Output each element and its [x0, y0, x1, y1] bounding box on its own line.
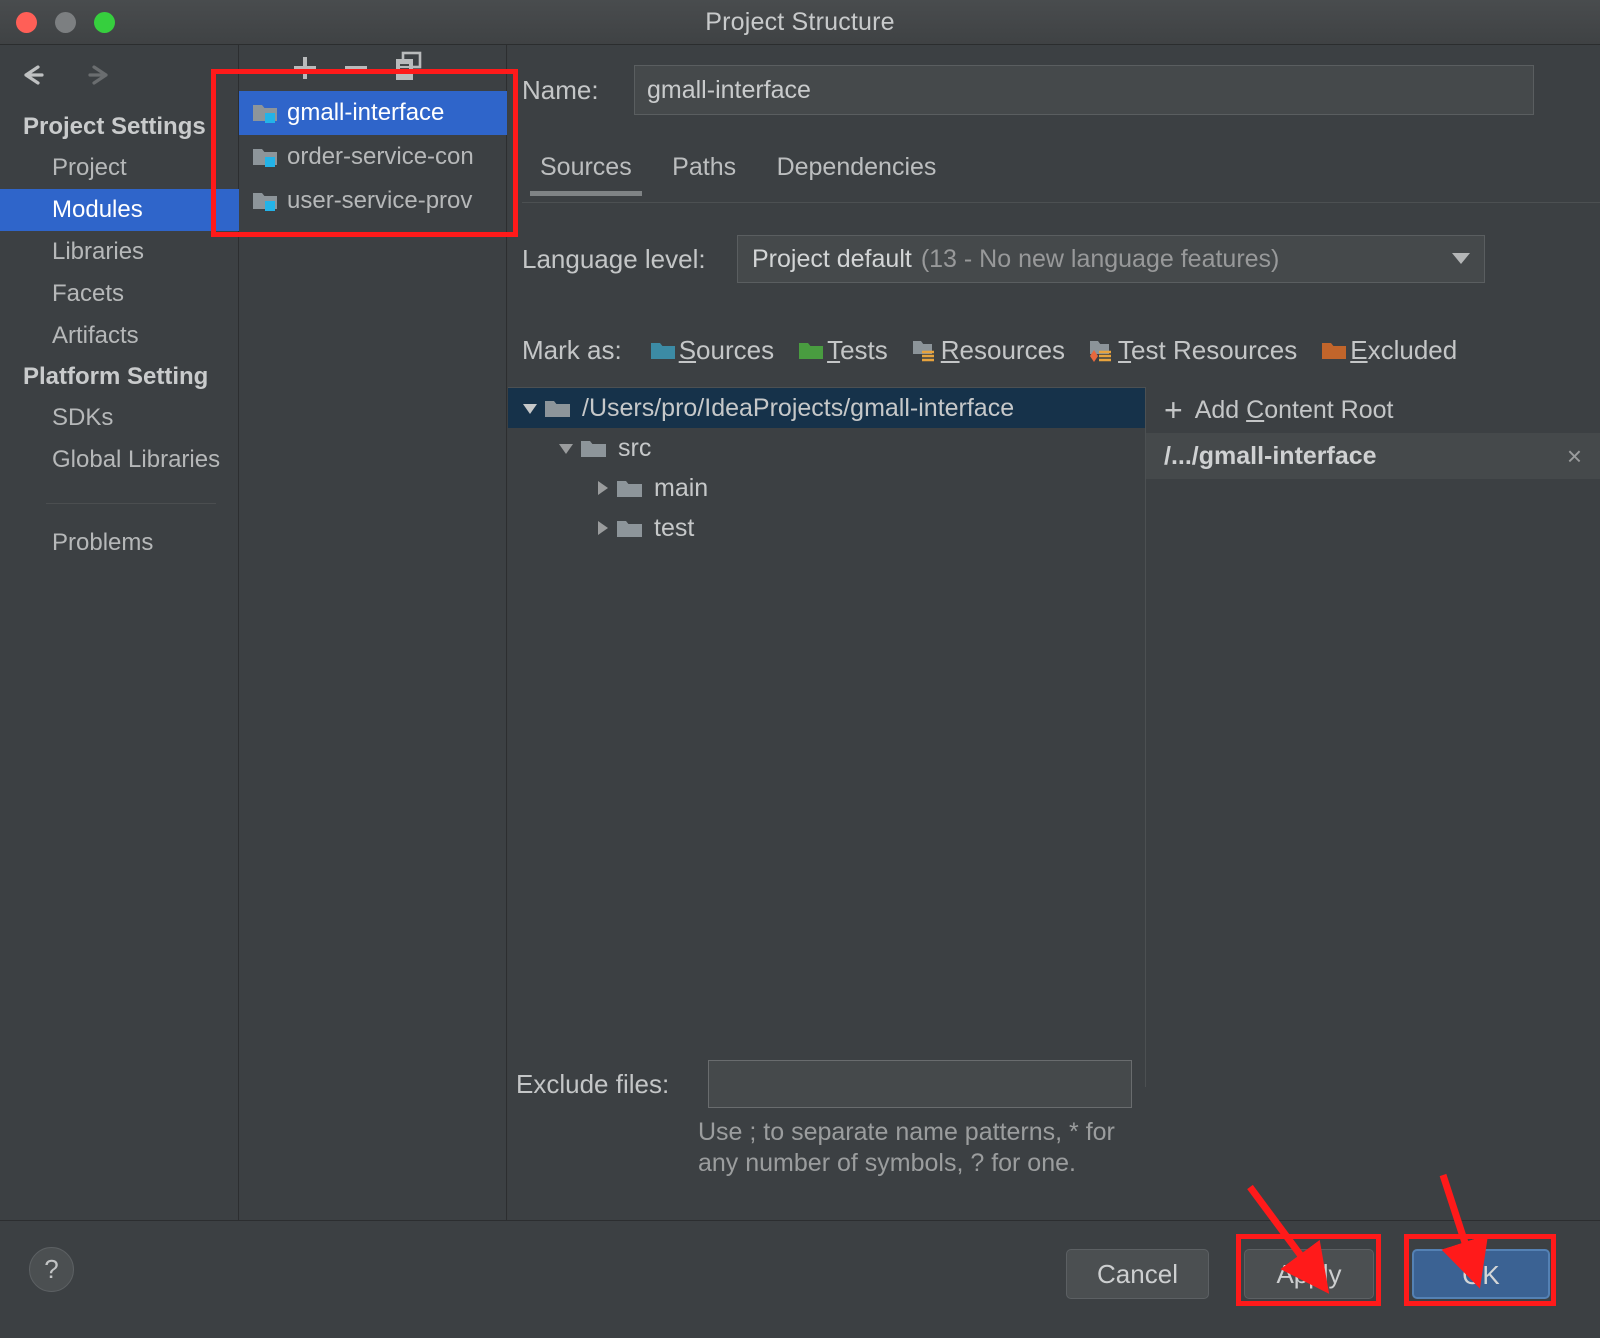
panel-divider — [1145, 387, 1146, 1087]
chevron-collapsed-icon[interactable] — [588, 474, 616, 502]
module-list-panel: gmall-interface order-service-con user-s… — [239, 45, 507, 1220]
tree-row[interactable]: main — [508, 468, 1145, 508]
tree-row-label: main — [654, 473, 709, 502]
project-structure-dialog: Project Structure Project Settings Proje… — [0, 0, 1600, 1338]
module-item-label: gmall-interface — [287, 99, 445, 126]
add-content-root-label: Add Content Root — [1194, 395, 1394, 424]
module-name-label: Name: — [522, 74, 599, 105]
exclude-files-row: Exclude files: — [516, 1060, 1132, 1108]
mark-as-sources-button[interactable]: Sources — [650, 335, 774, 366]
content-root-tree: /Users/pro/IdeaProjects/gmall-interface … — [508, 387, 1145, 1087]
mark-as-row: Mark as: Sources Tests Resources Test Re… — [522, 335, 1481, 366]
mark-as-tests-button[interactable]: Tests — [798, 335, 888, 366]
language-level-value: Project default — [752, 244, 912, 273]
tree-row-label: src — [618, 433, 652, 462]
chevron-collapsed-icon[interactable] — [588, 514, 616, 542]
tab-sources[interactable]: Sources — [522, 145, 650, 198]
module-name-row: Name: gmall-interface — [522, 65, 1534, 115]
sidebar-item-libraries[interactable]: Libraries — [0, 231, 239, 273]
dialog-footer: ? Cancel Apply OK https://blog.csdn.net/… — [0, 1220, 1600, 1338]
mark-as-resources-button[interactable]: Resources — [912, 335, 1065, 366]
chevron-expanded-icon[interactable] — [516, 394, 544, 422]
sidebar-group-platform-settings: Platform Setting — [23, 363, 209, 390]
exclude-files-hint: Use ; to separate name patterns, * for a… — [698, 1118, 1115, 1177]
sidebar-item-problems[interactable]: Problems — [0, 522, 239, 564]
sidebar-item-artifacts[interactable]: Artifacts — [0, 315, 239, 357]
sidebar-item-facets[interactable]: Facets — [0, 273, 239, 315]
tree-row-label: /Users/pro/IdeaProjects/gmall-interface — [582, 393, 1015, 422]
tree-row-label: test — [654, 513, 695, 542]
folder-icon — [616, 517, 644, 540]
content-roots-panel: + Add Content Root /.../gmall-interface … — [1146, 387, 1600, 479]
exclude-files-label: Exclude files: — [516, 1068, 670, 1099]
module-folder-icon — [252, 190, 278, 212]
copy-module-button[interactable] — [391, 51, 429, 85]
module-item-user-service-prov[interactable]: user-service-prov — [239, 179, 507, 223]
language-level-select[interactable]: Project default (13 - No new language fe… — [737, 235, 1485, 283]
mark-as-resources-label: Resources — [940, 335, 1066, 365]
tree-row[interactable]: test — [508, 508, 1145, 548]
mark-as-excluded-label: Excluded — [1350, 335, 1458, 365]
mark-as-test-resources-button[interactable]: Test Resources — [1089, 335, 1297, 366]
chevron-down-icon — [1452, 253, 1470, 264]
mark-as-test-resources-label: Test Resources — [1118, 335, 1298, 365]
mark-as-excluded-button[interactable]: Excluded — [1321, 335, 1457, 366]
sidebar-divider — [46, 503, 216, 504]
tab-paths[interactable]: Paths — [654, 145, 754, 198]
add-module-button[interactable] — [288, 51, 322, 85]
forward-arrow-icon[interactable] — [80, 55, 120, 95]
resources-folder-icon — [912, 340, 938, 362]
module-folder-icon — [252, 146, 278, 168]
sidebar-item-modules[interactable]: Modules — [0, 189, 239, 231]
language-level-label: Language level: — [522, 243, 706, 274]
mark-as-label: Mark as: — [522, 335, 622, 365]
module-folder-icon — [252, 102, 278, 124]
tab-dependencies[interactable]: Dependencies — [759, 145, 955, 198]
window-titlebar: Project Structure — [0, 0, 1600, 45]
sidebar-list: Project Settings Project Modules Librari… — [0, 107, 239, 564]
folder-icon — [580, 437, 608, 460]
module-list: gmall-interface order-service-con user-s… — [239, 91, 507, 223]
module-tabs: Sources Paths Dependencies — [522, 145, 1600, 203]
close-icon[interactable]: × — [1567, 441, 1582, 472]
chevron-expanded-icon[interactable] — [552, 434, 580, 462]
excluded-folder-icon — [1321, 340, 1347, 362]
add-content-root-button[interactable]: + Add Content Root — [1146, 387, 1600, 433]
mark-as-tests-label: Tests — [827, 335, 888, 365]
module-item-gmall-interface[interactable]: gmall-interface — [239, 91, 507, 135]
test-resources-folder-icon — [1089, 340, 1115, 362]
module-item-label: user-service-prov — [287, 187, 473, 214]
window-title: Project Structure — [705, 8, 895, 36]
apply-button[interactable]: Apply — [1244, 1249, 1374, 1299]
tree-row[interactable]: src — [508, 428, 1145, 468]
ok-button[interactable]: OK — [1412, 1249, 1550, 1299]
remove-module-button[interactable] — [339, 51, 373, 85]
module-toolbar — [239, 45, 507, 90]
help-button[interactable]: ? — [29, 1247, 74, 1292]
settings-sidebar: Project Settings Project Modules Librari… — [0, 45, 239, 1220]
sidebar-item-global-libraries[interactable]: Global Libraries — [0, 439, 239, 481]
tree-row[interactable]: /Users/pro/IdeaProjects/gmall-interface — [508, 388, 1145, 428]
language-level-detail: (13 - No new language features) — [920, 244, 1280, 273]
language-level-row: Language level: Project default (13 - No… — [522, 235, 1485, 283]
content-root-label: /.../gmall-interface — [1164, 441, 1377, 470]
module-item-order-service-con[interactable]: order-service-con — [239, 135, 507, 179]
sidebar-item-project[interactable]: Project — [0, 147, 239, 189]
content-root-item[interactable]: /.../gmall-interface × — [1146, 433, 1600, 479]
back-arrow-icon[interactable] — [12, 55, 52, 95]
module-detail-panel: Name: gmall-interface Sources Paths Depe… — [508, 45, 1600, 1220]
tabs-underline — [522, 202, 1600, 203]
module-name-input[interactable]: gmall-interface — [634, 65, 1534, 115]
module-item-label: order-service-con — [287, 143, 474, 170]
mark-as-sources-label: Sources — [678, 335, 775, 365]
sources-folder-icon — [650, 340, 676, 362]
navigation-arrows — [12, 55, 120, 95]
exclude-files-input[interactable] — [708, 1060, 1132, 1108]
sidebar-item-sdks[interactable]: SDKs — [0, 397, 239, 439]
sidebar-group-project-settings: Project Settings — [23, 113, 206, 140]
folder-icon — [544, 397, 572, 420]
tests-folder-icon — [798, 340, 824, 362]
folder-icon — [616, 477, 644, 500]
cancel-button[interactable]: Cancel — [1066, 1249, 1209, 1299]
